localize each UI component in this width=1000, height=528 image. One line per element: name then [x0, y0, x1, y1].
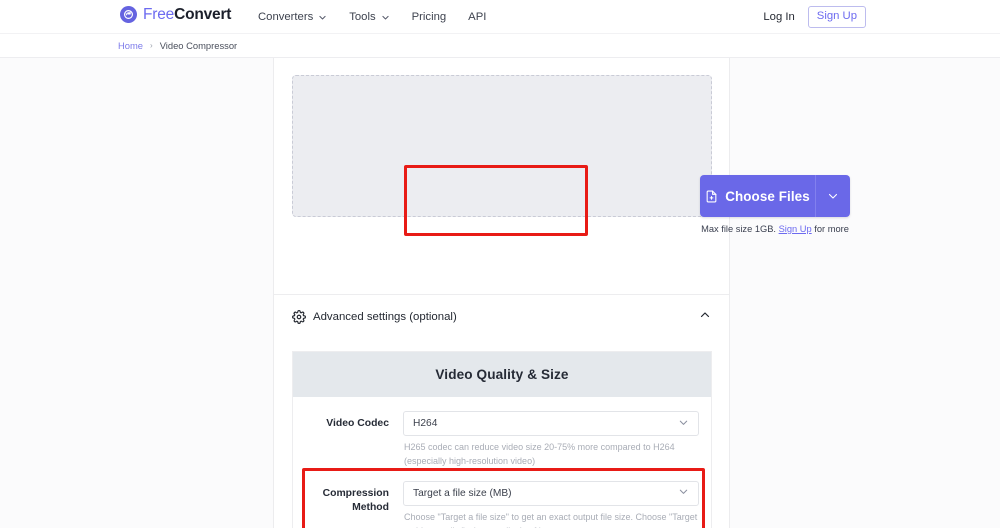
max-file-size-suffix: for more: [814, 224, 849, 234]
field-compression-method: Compression Method Target a file size (M…: [305, 480, 699, 528]
file-add-icon: [706, 190, 717, 202]
field-video-codec: Video Codec H264 H265 codec can reduce v…: [305, 411, 699, 469]
site-logo[interactable]: FreeConvert: [120, 6, 231, 23]
compression-method-help-text: Choose "Target a file size" to get an ex…: [404, 511, 698, 528]
compression-method-select[interactable]: Target a file size (MB): [403, 480, 699, 506]
panel-fields: Video Codec H264 H265 codec can reduce v…: [293, 397, 711, 528]
file-dropzone[interactable]: [292, 75, 712, 217]
advanced-settings-label: Advanced settings (optional): [313, 311, 457, 323]
compression-method-value: Target a file size (MB): [413, 487, 512, 499]
freeconvert-logo-icon: [120, 6, 137, 23]
logo-text-convert: Convert: [174, 5, 232, 23]
sign-up-link[interactable]: Sign Up: [779, 224, 812, 234]
max-file-size-note: Max file size 1GB. Sign Up for more: [700, 224, 850, 234]
logo-wordmark: FreeConvert: [143, 7, 231, 23]
chevron-down-icon: [382, 15, 389, 19]
nav-item-pricing[interactable]: Pricing: [412, 11, 447, 23]
nav-item-converters[interactable]: Converters: [258, 11, 327, 23]
video-codec-help-text: H265 codec can reduce video size 20-75% …: [404, 442, 675, 466]
chevron-up-icon: [700, 312, 710, 318]
choose-files-dropdown-toggle[interactable]: [815, 175, 850, 217]
nav-item-api[interactable]: API: [468, 11, 486, 23]
nav-item-tools[interactable]: Tools: [349, 11, 389, 23]
nav-item-tools-label: Tools: [349, 11, 376, 23]
video-settings-panel: Video Quality & Size Video Codec H264 H2…: [292, 351, 712, 528]
choose-files-label: Choose Files: [725, 188, 810, 204]
field-compression-method-control: Target a file size (MB) Choose "Target a…: [403, 480, 699, 528]
logo-text-free: Free: [143, 5, 175, 23]
nav-item-converters-label: Converters: [258, 11, 314, 23]
breadcrumb-home-link[interactable]: Home: [118, 40, 143, 51]
advanced-settings-title-group: Advanced settings (optional): [292, 310, 457, 324]
chevron-down-icon: [678, 415, 689, 433]
advanced-settings-collapse-toggle[interactable]: [699, 308, 711, 326]
field-video-codec-control: H264 H265 codec can reduce video size 20…: [403, 411, 699, 469]
panel-heading: Video Quality & Size: [293, 352, 711, 397]
max-file-size-text: Max file size 1GB.: [701, 224, 777, 234]
choose-files-button-row: Choose Files: [700, 175, 850, 217]
breadcrumb-current-page: Video Compressor: [159, 40, 238, 51]
chevron-down-icon: [319, 15, 326, 19]
breadcrumb: Home › Video Compressor: [0, 34, 1000, 58]
gear-icon: [292, 310, 306, 324]
choose-files-group: Choose Files Max file size 1GB. Sign Up …: [700, 175, 850, 234]
top-navigation-bar: FreeConvert Converters Tools Pricing API…: [0, 0, 1000, 34]
chevron-down-icon: [678, 484, 689, 502]
main-content-card: Choose Files Max file size 1GB. Sign Up …: [273, 58, 850, 528]
advanced-settings-header[interactable]: Advanced settings (optional): [274, 295, 729, 339]
field-video-codec-label: Video Codec: [326, 418, 389, 429]
sign-up-button[interactable]: Sign Up: [807, 6, 866, 28]
video-codec-select[interactable]: H264: [403, 411, 699, 436]
page-body: Choose Files Max file size 1GB. Sign Up …: [0, 58, 1000, 528]
video-codec-value: H264: [413, 418, 438, 429]
primary-nav-links: Converters Tools Pricing API: [258, 0, 486, 34]
log-in-link[interactable]: Log In: [763, 11, 794, 23]
account-actions: Log In Sign Up: [763, 0, 866, 34]
breadcrumb-separator-icon: ›: [150, 41, 153, 50]
chevron-down-icon: [828, 193, 838, 199]
field-spacer: [305, 472, 699, 481]
choose-files-button[interactable]: Choose Files: [700, 175, 815, 217]
field-compression-method-label: Compression Method: [322, 487, 389, 513]
